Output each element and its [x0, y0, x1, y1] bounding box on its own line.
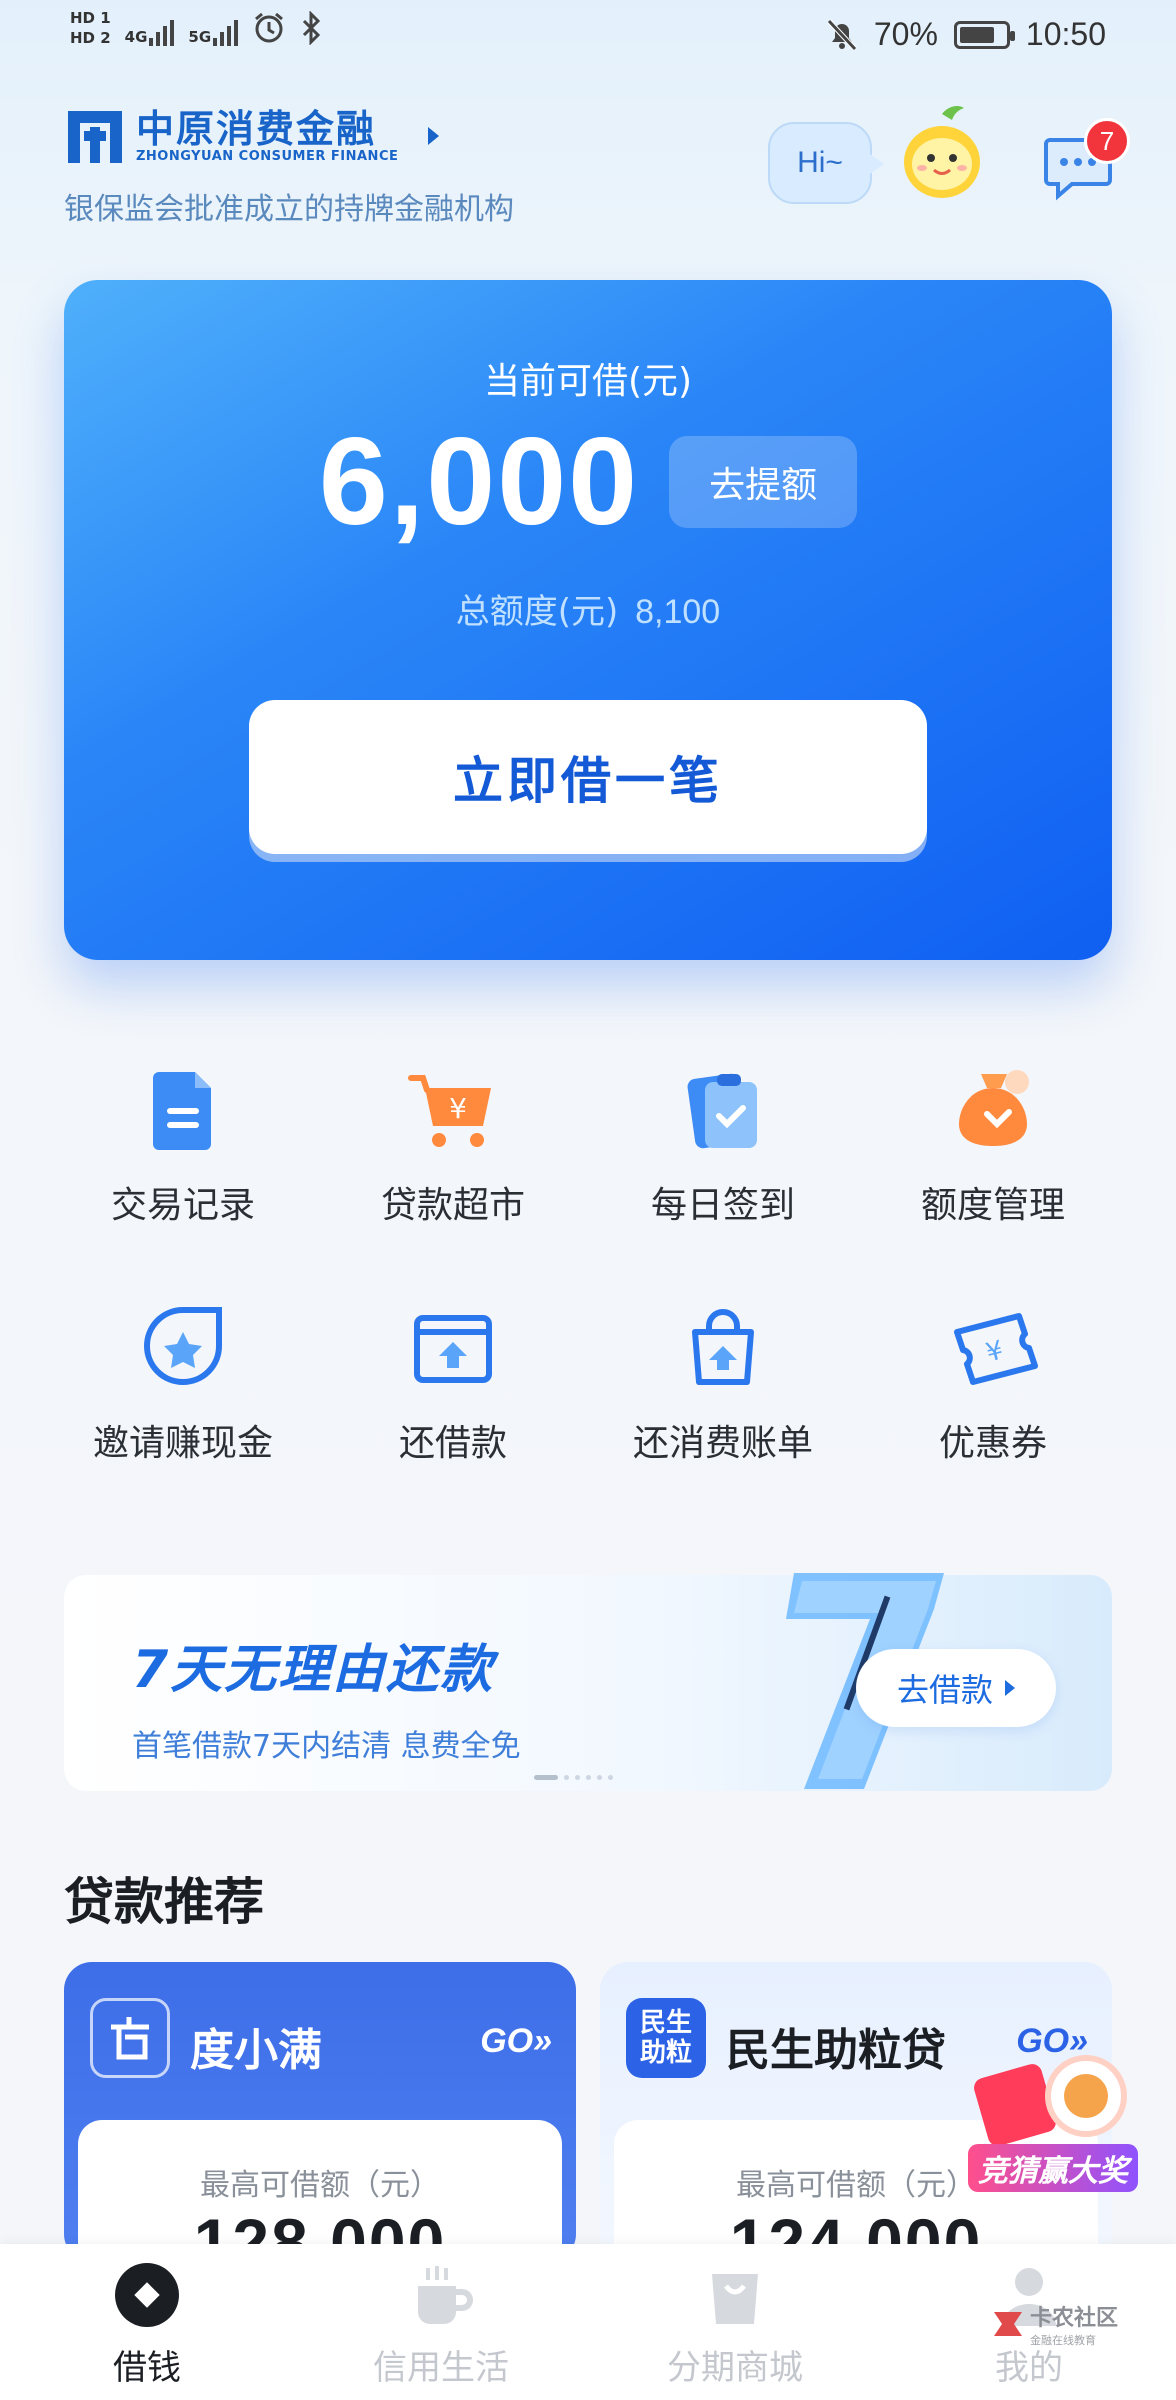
total-limit: 总额度(元) 8,100	[64, 584, 1112, 633]
available-amount: 6,000	[318, 413, 640, 551]
minsheng-logo-icon: 民生 助粒	[626, 1998, 706, 2078]
play-arrow-icon	[1005, 1680, 1015, 1696]
nav-installment-mall[interactable]: 分期商城	[588, 2244, 882, 2400]
section-title: 贷款推荐	[64, 1873, 264, 1931]
loan-name: 民生助粒贷	[726, 2025, 946, 2076]
brand-name: 中原消费金融	[136, 106, 377, 151]
brand-logo[interactable]: 中原消费金融 ZHONGYUAN CONSUMER FINANCE	[64, 105, 440, 167]
available-label: 当前可借(元)	[483, 361, 693, 402]
signal-icon: 5G	[188, 10, 239, 46]
shopping-bag-nav-icon	[712, 2274, 758, 2324]
kanong-logo-icon	[994, 2312, 1022, 2336]
shopping-bag-icon	[692, 1309, 754, 1385]
service-transaction-records[interactable]: 交易记录	[48, 1060, 318, 1228]
go-link[interactable]: GO»	[480, 2022, 552, 2061]
total-limit-value: 8,100	[635, 593, 721, 631]
coupon-icon: ¥	[954, 1313, 1038, 1385]
max-amount-label: 最高可借额（元）	[200, 2168, 440, 2203]
brand-name-en: ZHONGYUAN CONSUMER FINANCE	[136, 148, 399, 164]
brand-subtitle: 银保监会批准成立的持牌金融机构	[64, 192, 514, 227]
invite-star-icon	[144, 1307, 222, 1385]
promo-banner[interactable]: 7天无理由还款 首笔借款7天内结清 息费全免 去借款	[64, 1573, 1112, 1791]
floating-promo[interactable]: 竞猜赢大奖	[968, 2048, 1138, 2198]
document-icon	[153, 1072, 211, 1150]
duxiaoman-logo-icon	[90, 1998, 170, 2078]
nav-credit-life[interactable]: 信用生活	[294, 2244, 588, 2400]
service-coupons[interactable]: ¥ 优惠券	[858, 1298, 1128, 1466]
total-limit-label: 总额度(元)	[455, 592, 619, 632]
repay-box-icon	[414, 1315, 492, 1383]
service-repay-loan[interactable]: 还借款	[318, 1298, 588, 1466]
credit-card: 当前可借(元) 6,000 去提额 总额度(元) 8,100 立即借一笔	[64, 280, 1112, 960]
loan-name: 度小满	[190, 2025, 322, 2076]
go-borrow-button[interactable]: 去借款	[856, 1649, 1056, 1727]
service-invite-cash[interactable]: 邀请赚现金	[48, 1298, 318, 1466]
chevron-right-icon	[428, 127, 440, 145]
raise-limit-button[interactable]: 去提额	[669, 436, 858, 528]
greeting-bubble[interactable]: Hi~	[768, 122, 884, 204]
hd-indicator: HD 1 HD 2	[70, 9, 111, 47]
battery-icon	[953, 20, 1015, 49]
carousel-indicator	[534, 1775, 613, 1780]
borrow-icon	[115, 2263, 179, 2327]
bluetooth-icon	[303, 11, 321, 45]
banner-title: 7天无理由还款	[132, 1640, 495, 1700]
battery-percent: 70%	[873, 16, 938, 52]
service-repay-bill[interactable]: 还消费账单	[588, 1298, 858, 1466]
money-bag-icon	[959, 1070, 1029, 1146]
message-badge: 7	[1084, 118, 1130, 164]
signal-icon: 4G	[125, 10, 175, 46]
zhongyuan-logo-icon	[68, 111, 122, 163]
clock: 10:50	[1025, 16, 1106, 52]
red-envelope-icon	[974, 2055, 1127, 2146]
checkin-clipboard-icon	[687, 1073, 757, 1149]
shopping-cart-icon: ¥	[408, 1075, 491, 1147]
mute-bell-icon	[827, 18, 857, 51]
nav-borrow[interactable]: 借钱	[0, 2244, 294, 2400]
watermark: 卡农社区 金融在线教育	[990, 2300, 1118, 2348]
svg-text:¥: ¥	[449, 1092, 467, 1125]
service-limit-management[interactable]: 额度管理	[858, 1060, 1128, 1228]
banner-subtitle: 首笔借款7天内结清 息费全免	[132, 1729, 521, 1764]
svg-text:¥: ¥	[983, 1335, 1006, 1368]
borrow-now-button[interactable]: 立即借一笔	[249, 700, 927, 854]
service-daily-checkin[interactable]: 每日签到	[588, 1060, 858, 1228]
status-bar: HD 1 HD 2 4G 5G 70% 10:50	[0, 0, 1176, 70]
service-grid: 交易记录 ¥ 贷款超市 每日签到 额度管理 邀请赚现金 还借款 还消费账单 ¥ …	[48, 1060, 1128, 1466]
loan-card-duxiaoman[interactable]: 度小满 GO» 最高可借额（元） 128,000	[64, 1962, 576, 2262]
coffee-cup-icon	[418, 2266, 473, 2324]
service-loan-market[interactable]: ¥ 贷款超市	[318, 1060, 588, 1228]
mascot-icon[interactable]	[898, 104, 986, 204]
promo-label: 竞猜赢大奖	[968, 2144, 1138, 2192]
alarm-icon	[255, 12, 284, 43]
